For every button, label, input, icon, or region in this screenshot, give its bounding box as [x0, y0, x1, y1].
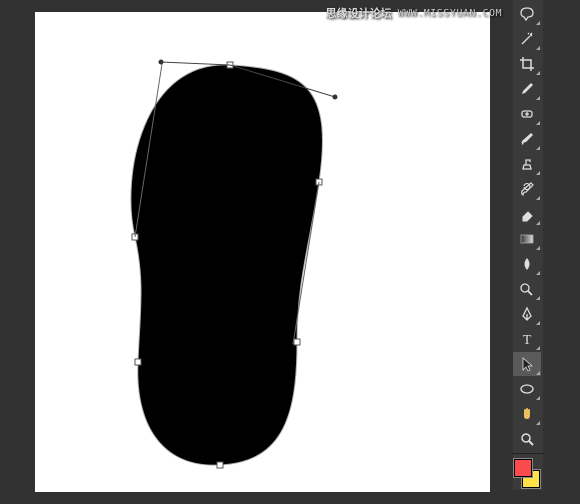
- eyedropper-tool[interactable]: [513, 77, 541, 101]
- toolbar: T: [513, 0, 543, 490]
- brush-tool[interactable]: [513, 127, 541, 151]
- foreground-color-swatch[interactable]: [514, 459, 532, 477]
- watermark-cn: 思缘设计论坛: [326, 5, 392, 21]
- crop-tool[interactable]: [513, 52, 541, 76]
- blur-tool[interactable]: [513, 252, 541, 276]
- canvas-svg: [35, 12, 490, 492]
- svg-text:T: T: [523, 333, 532, 348]
- healing-brush-tool[interactable]: [513, 102, 541, 126]
- zoom-tool[interactable]: [513, 427, 541, 451]
- watermark-url: WWW.MISSYUAN.COM: [398, 8, 502, 19]
- gradient-tool[interactable]: [513, 227, 541, 251]
- path-selection-tool[interactable]: [513, 352, 541, 376]
- toolbar-divider: [513, 453, 543, 454]
- color-swatches[interactable]: [513, 458, 541, 490]
- clone-stamp-tool[interactable]: [513, 152, 541, 176]
- eraser-tool[interactable]: [513, 202, 541, 226]
- canvas-area[interactable]: [35, 12, 490, 492]
- watermark: 思缘设计论坛 WWW.MISSYUAN.COM: [326, 5, 502, 21]
- pen-tool[interactable]: [513, 302, 541, 326]
- lasso-tool[interactable]: [513, 2, 541, 26]
- shape-tool[interactable]: [513, 377, 541, 401]
- dodge-tool[interactable]: [513, 277, 541, 301]
- magic-wand-tool[interactable]: [513, 27, 541, 51]
- history-brush-tool[interactable]: [513, 177, 541, 201]
- hand-tool[interactable]: [513, 402, 541, 426]
- type-tool[interactable]: T: [513, 327, 541, 351]
- vector-shape[interactable]: [131, 65, 323, 465]
